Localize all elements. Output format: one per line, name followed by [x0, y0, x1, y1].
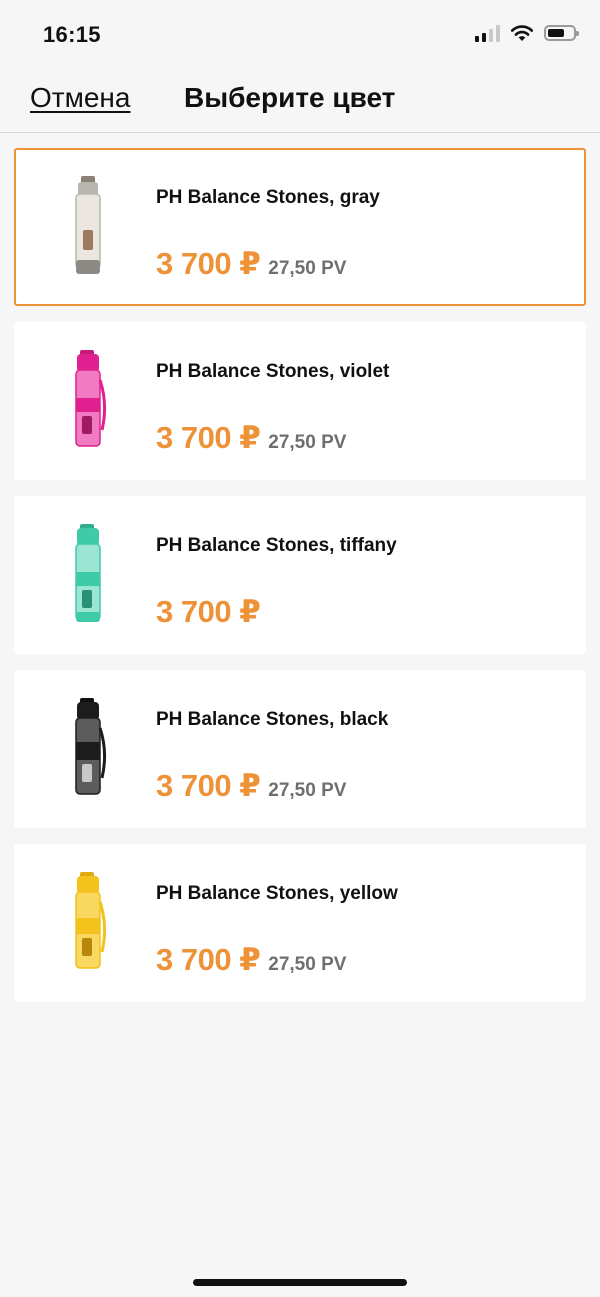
- price-row: 3 700 ₽: [156, 594, 261, 630]
- product-price: 3 700 ₽: [156, 594, 261, 629]
- product-price: 3 700 ₽: [156, 768, 261, 803]
- product-image: [75, 524, 101, 622]
- price-row: 3 700 ₽ 27,50 PV: [156, 246, 346, 282]
- color-option-yellow[interactable]: PH Balance Stones, yellow 3 700 ₽ 27,50 …: [14, 844, 586, 1002]
- product-pv: 27,50 PV: [268, 954, 347, 975]
- page-title: Выберите цвет: [184, 82, 396, 113]
- price-row: 3 700 ₽ 27,50 PV: [156, 420, 346, 456]
- product-name: PH Balance Stones, gray: [156, 187, 380, 208]
- product-name: PH Balance Stones, violet: [156, 361, 390, 382]
- product-image: [75, 176, 101, 274]
- price-row: 3 700 ₽ 27,50 PV: [156, 942, 346, 978]
- product-price: 3 700 ₽: [156, 420, 261, 455]
- battery-icon: [544, 25, 579, 41]
- product-pv: 27,50 PV: [268, 780, 347, 801]
- product-image: [75, 872, 107, 969]
- product-image: [75, 698, 107, 795]
- status-bar: 16:15: [0, 0, 600, 70]
- product-price: 3 700 ₽: [156, 246, 261, 281]
- color-option-list: PH Balance Stones, gray 3 700 ₽ 27,50 PV…: [14, 148, 586, 1018]
- color-option-black[interactable]: PH Balance Stones, black 3 700 ₽ 27,50 P…: [14, 670, 586, 828]
- home-indicator[interactable]: [193, 1279, 407, 1286]
- price-row: 3 700 ₽ 27,50 PV: [156, 768, 346, 804]
- status-icons: [475, 24, 579, 42]
- wifi-icon: [510, 25, 534, 41]
- color-option-tiffany[interactable]: PH Balance Stones, tiffany 3 700 ₽: [14, 496, 586, 654]
- product-image: [75, 350, 107, 447]
- product-name: PH Balance Stones, tiffany: [156, 535, 397, 556]
- product-pv: 27,50 PV: [268, 432, 347, 453]
- product-price: 3 700 ₽: [156, 942, 261, 977]
- navigation-bar: Отмена Выберите цвет: [0, 70, 600, 133]
- color-option-gray[interactable]: PH Balance Stones, gray 3 700 ₽ 27,50 PV: [14, 148, 586, 306]
- product-name: PH Balance Stones, black: [156, 709, 389, 730]
- status-time: 16:15: [43, 22, 101, 47]
- cellular-signal-icon: [475, 24, 500, 42]
- product-name: PH Balance Stones, yellow: [156, 883, 398, 904]
- cancel-button[interactable]: Отмена: [30, 82, 130, 114]
- color-option-violet[interactable]: PH Balance Stones, violet 3 700 ₽ 27,50 …: [14, 322, 586, 480]
- product-pv: 27,50 PV: [268, 258, 347, 279]
